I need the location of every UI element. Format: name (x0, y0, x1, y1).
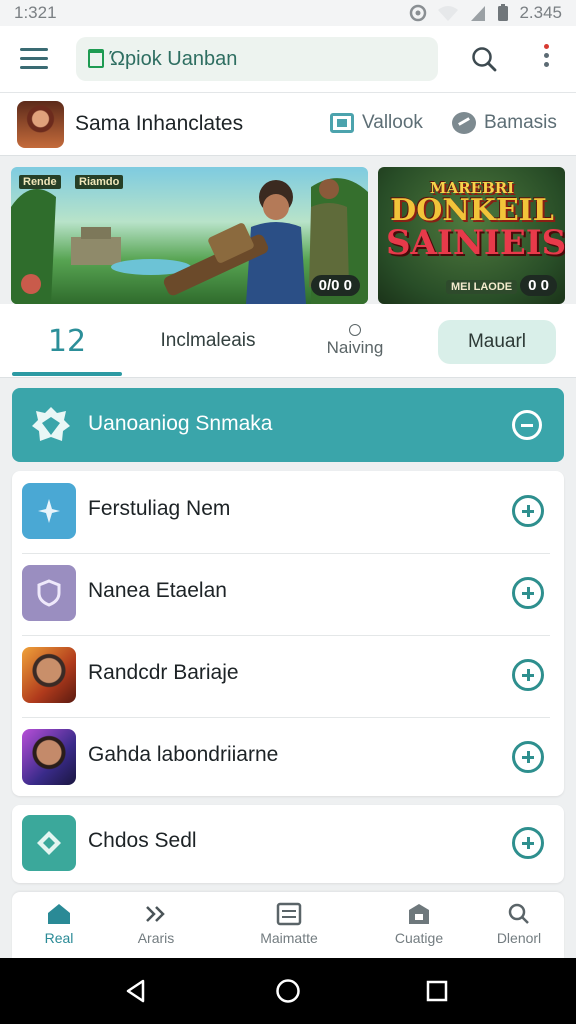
section-title: Uanoaniog Snmaka (88, 412, 273, 435)
tab-inclmaleais[interactable]: Inclmaleais (134, 304, 282, 378)
nav-araris-label: Araris (137, 930, 175, 946)
tab-naiving[interactable]: Naiving (300, 304, 410, 378)
star-shard-icon (38, 499, 60, 523)
app-thumb-purple (22, 565, 76, 621)
system-navigation-bar (0, 958, 576, 1024)
list-item[interactable]: Gahda labondriiarne (12, 717, 564, 799)
game-logo-line-2: SAINIEIS (386, 223, 565, 263)
banner-jungle-game[interactable]: Rende Riamdo 0/0 0 (11, 167, 368, 304)
status-icons: 2.345 (409, 3, 562, 23)
list-item[interactable]: Nanea Etaelan (12, 553, 564, 635)
location-icon (410, 4, 427, 22)
nav-cuatige-label: Cuatige (394, 930, 444, 946)
grid-card-icon (276, 902, 302, 926)
view-link-label: Vallook (362, 112, 423, 133)
store-bag-icon (88, 49, 104, 68)
messages-link[interactable]: Bamasis (452, 112, 557, 134)
shield-badge-icon (32, 407, 70, 441)
bottom-navigation: Real Araris Maimatte Cuatige Dlenorl (12, 892, 564, 958)
section-header[interactable]: Uanoaniog Snmaka (12, 388, 564, 462)
battery-level: 2.345 (519, 3, 562, 22)
add-icon[interactable] (512, 659, 544, 691)
tab-bar: 12 Inclmaleais Naiving Mauarl (0, 304, 576, 378)
list-item-label: Nanea Etaelan (88, 579, 227, 602)
add-icon[interactable] (512, 577, 544, 609)
app-thumb-game-1 (22, 647, 76, 703)
game-logo: MAREBRI DONKEIL SAINIEIS (386, 181, 565, 263)
list-item[interactable]: Ferstuliag Nem (12, 471, 564, 553)
nav-araris[interactable]: Araris (111, 892, 201, 958)
search-icon (508, 903, 529, 924)
app-bar: Ώpiok Uanban (0, 26, 576, 92)
banner-counter: 0/0 0 (310, 275, 360, 296)
app-list-card: Ferstuliag Nem Nanea Etaelan Randcdr Bar… (12, 471, 564, 796)
recents-icon[interactable] (424, 978, 450, 1004)
app-name: Sama Inhanclates (75, 112, 244, 135)
nav-maimatte-label: Maimatte (260, 930, 318, 946)
list-item-label: Randcdr Bariaje (88, 661, 239, 684)
tab-mauarl[interactable]: Mauarl (438, 320, 556, 364)
tab-dot-icon (349, 324, 361, 336)
messages-link-label: Bamasis (484, 112, 557, 133)
tab-naiving-label: Naiving (326, 338, 384, 357)
list-item[interactable]: Chdos Sedl (12, 803, 564, 885)
home-button-icon[interactable] (275, 978, 301, 1004)
banner-tag-2: Riamdo (75, 175, 124, 189)
banner-logo-game[interactable]: MAREBRI DONKEIL SAINIEIS MEI LAODE 0 0 (378, 167, 565, 304)
back-icon[interactable] (123, 978, 149, 1004)
list-item-label: Ferstuliag Nem (88, 497, 231, 520)
nav-dlenorl-label: Dlenorl (496, 930, 542, 946)
status-time: 1:321 (14, 3, 57, 22)
battery-icon (498, 4, 509, 21)
add-icon[interactable] (512, 827, 544, 859)
single-app-card: Chdos Sedl (12, 805, 564, 883)
banner-counter-2: 0 0 (520, 275, 557, 296)
store-icon (409, 904, 429, 924)
nav-home-label: Real (44, 930, 74, 946)
nav-dlenorl[interactable]: Dlenorl (474, 892, 564, 958)
search-box[interactable]: Ώpiok Uanban (76, 37, 438, 81)
banner-tag-1: Rende (19, 175, 61, 189)
home-icon (48, 904, 70, 924)
nav-cuatige[interactable]: Cuatige (374, 892, 464, 958)
search-box-text: Ώpiok Uanban (110, 48, 238, 70)
more-options-icon[interactable] (540, 44, 552, 74)
pin-icon (21, 274, 41, 294)
collapse-icon[interactable] (512, 410, 542, 440)
chat-icon (452, 112, 476, 134)
view-link[interactable]: Vallook (330, 112, 423, 134)
banner-subtitle: MEI LAODE (446, 280, 518, 294)
nav-maimatte[interactable]: Maimatte (244, 892, 334, 958)
search-icon[interactable] (470, 45, 498, 73)
add-icon[interactable] (512, 495, 544, 527)
signal-icon (471, 6, 486, 21)
tab-number[interactable]: 12 (12, 304, 122, 378)
diamond-icon (37, 831, 61, 855)
status-bar: 1:321 2.345 (0, 0, 576, 26)
app-thumb-teal (22, 815, 76, 871)
app-header-row: Sama Inhanclates Vallook Bamasis (0, 92, 576, 156)
game-logo-line-1: DONKEIL (390, 193, 554, 228)
list-item[interactable]: Randcdr Bariaje (12, 635, 564, 717)
add-icon[interactable] (512, 741, 544, 773)
app-avatar[interactable] (17, 101, 64, 148)
wifi-icon (438, 6, 459, 21)
shield-icon (37, 579, 61, 607)
menu-icon[interactable] (20, 48, 48, 70)
list-item-label: Chdos Sedl (88, 829, 197, 852)
view-icon (330, 113, 354, 133)
app-thumb-blue (22, 483, 76, 539)
banner-carousel: Rende Riamdo 0/0 0 MAREBRI DONKEIL SAINI… (0, 157, 576, 304)
chevrons-icon (146, 906, 165, 922)
nav-home[interactable]: Real (14, 892, 104, 958)
app-thumb-game-2 (22, 729, 76, 785)
list-item-label: Gahda labondriiarne (88, 743, 279, 766)
